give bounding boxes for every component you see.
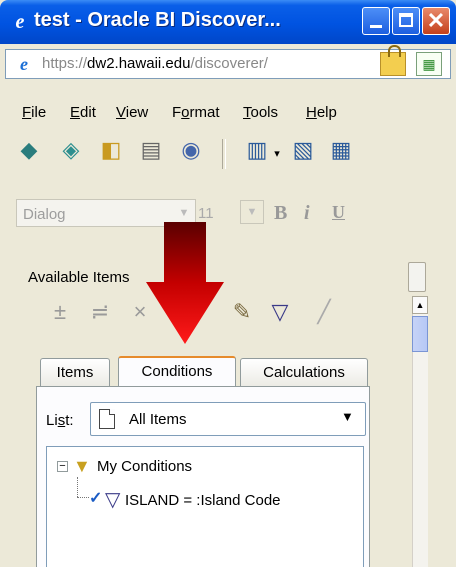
tree-connector xyxy=(77,477,78,497)
splitter-handle[interactable] xyxy=(408,262,426,292)
scroll-up-icon[interactable]: ▲ xyxy=(412,296,428,314)
save-icon[interactable]: ◧ xyxy=(96,137,126,163)
tab-items[interactable]: Items xyxy=(40,358,110,386)
print-preview-icon[interactable]: ◉ xyxy=(176,137,206,163)
title-bar[interactable]: e test - Oracle BI Discover... ✕ xyxy=(0,0,456,44)
address-bar[interactable]: e https://dw2.hawaii.edu/discoverer/ ▦ xyxy=(5,45,451,79)
check-icon[interactable]: ✓ xyxy=(89,488,102,508)
tab-calculations[interactable]: Calculations xyxy=(240,358,368,386)
menu-file-label: ile xyxy=(31,104,47,121)
menu-help-label: elp xyxy=(316,104,337,121)
bold-button[interactable]: B xyxy=(274,202,287,225)
tree-condition-label[interactable]: ISLAND = :Island Code xyxy=(125,492,281,509)
menu-view[interactable]: View xyxy=(116,104,148,121)
list-label-prefix: Li xyxy=(46,412,58,429)
menu-file-mnemonic: F xyxy=(22,104,32,121)
menu-edit[interactable]: Edit xyxy=(70,104,96,121)
menu-edit-mnemonic: E xyxy=(70,104,81,121)
main-toolbar: ◆ ◈ ◧ ▤ ◉ ▥ ▾ ▧ ▦ xyxy=(0,137,456,175)
edit-sheet-icon[interactable]: ▧ xyxy=(288,137,318,163)
document-icon xyxy=(99,409,115,429)
close-icon: ✕ xyxy=(426,8,446,33)
open-icon[interactable]: ◈ xyxy=(56,137,86,163)
new-workbook-icon[interactable]: ◆ xyxy=(14,137,44,163)
menu-tools[interactable]: Tools xyxy=(243,104,278,121)
url-path: /discoverer/ xyxy=(190,55,268,72)
list-label-suffix: t: xyxy=(65,412,74,429)
scrollbar-thumb[interactable] xyxy=(412,316,428,352)
pencil-icon[interactable]: ╱ xyxy=(310,298,338,326)
url-scheme: https:// xyxy=(42,55,88,72)
list-label: List: xyxy=(46,412,74,429)
maximize-button[interactable] xyxy=(392,7,420,35)
tree-connector xyxy=(77,497,89,498)
tree-folder-label[interactable]: My Conditions xyxy=(97,458,192,475)
list-value: All Items xyxy=(129,411,187,428)
menu-tools-mnemonic: T xyxy=(243,104,251,121)
url-text[interactable]: https://dw2.hawaii.edu/discoverer/ xyxy=(42,55,372,72)
menu-format-mnemonic: o xyxy=(181,104,190,121)
add-item-icon[interactable]: ± xyxy=(46,298,74,326)
minimize-button[interactable] xyxy=(362,7,390,35)
menu-tools-label: ools xyxy=(250,104,279,121)
collapse-icon[interactable]: − xyxy=(57,461,68,472)
toolbar-separator xyxy=(222,139,226,169)
menu-view-label: iew xyxy=(125,104,149,121)
font-value: Dialog xyxy=(23,206,66,223)
red-arrow-annotation xyxy=(146,222,224,344)
url-domain: dw2.hawaii.edu xyxy=(87,55,191,72)
menu-help-mnemonic: H xyxy=(306,104,317,121)
menu-help[interactable]: Help xyxy=(306,104,337,121)
tab-conditions[interactable]: Conditions xyxy=(118,356,236,386)
maximize-icon xyxy=(399,13,413,27)
format-toolbar: Dialog ▼ 11 ▼ B i U xyxy=(0,196,456,234)
underline-button[interactable]: U xyxy=(332,202,345,223)
table-icon[interactable]: ▦ xyxy=(326,137,356,163)
minimize-icon xyxy=(370,25,382,28)
print-icon[interactable]: ▤ xyxy=(136,137,166,163)
new-condition-icon[interactable]: ▽ xyxy=(266,298,294,326)
remove-item-icon[interactable]: ≓ xyxy=(86,298,114,326)
page-report-icon[interactable]: ▦ xyxy=(416,52,442,76)
edit-list-icon[interactable]: ✎ xyxy=(228,298,256,326)
menu-view-mnemonic: V xyxy=(116,104,126,121)
menu-file[interactable]: File xyxy=(22,104,46,121)
font-size-value: 11 xyxy=(198,205,214,222)
italic-button[interactable]: i xyxy=(304,202,310,225)
close-button[interactable]: ✕ xyxy=(422,7,450,35)
list-select[interactable]: All Items ▼ xyxy=(90,402,366,436)
menu-format-pre: F xyxy=(172,104,182,121)
available-items-label: Available Items xyxy=(28,269,130,286)
menu-format[interactable]: Format xyxy=(172,104,220,121)
folder-icon: ▼ xyxy=(73,456,91,476)
chevron-down-icon: ▼ xyxy=(246,206,258,218)
chevron-down-icon: ▼ xyxy=(341,409,354,424)
menu-edit-label: dit xyxy=(80,104,96,121)
ie-page-icon: e xyxy=(20,54,28,74)
conditions-tree: − ▼ My Conditions ✓ ▽ ISLAND = :Island C… xyxy=(46,446,364,567)
filter-icon: ▽ xyxy=(105,489,121,511)
menu-format-label: rmat xyxy=(189,104,220,121)
window-title: test - Oracle BI Discover... xyxy=(34,9,281,31)
lock-icon[interactable] xyxy=(380,45,406,76)
font-size-dropdown[interactable]: ▼ xyxy=(240,200,264,224)
ie-e-icon: e xyxy=(15,11,25,33)
menu-bar: File Edit View Format Tools Help xyxy=(0,100,456,126)
